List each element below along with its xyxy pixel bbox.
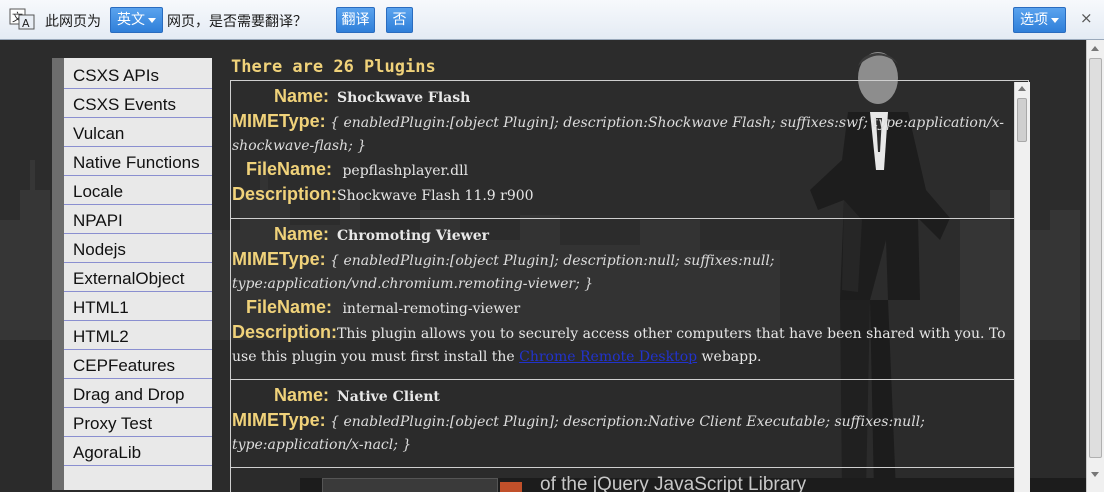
description-label: Description: bbox=[232, 322, 338, 342]
plugin-name: Shockwave Flash bbox=[337, 90, 471, 106]
plugin-list-scrollbar[interactable] bbox=[1014, 82, 1030, 492]
sidebar-item-html2[interactable]: HTML2 bbox=[64, 322, 212, 350]
mimetype-label: MIMEType: bbox=[232, 249, 326, 269]
scroll-up-icon[interactable] bbox=[1018, 86, 1026, 91]
sidebar-item-native-functions[interactable]: Native Functions bbox=[64, 148, 212, 176]
sidebar-item-externalobject[interactable]: ExternalObject bbox=[64, 264, 212, 292]
mimetype-label: MIMEType: bbox=[232, 111, 326, 131]
chrome-remote-desktop-link[interactable]: Chrome Remote Desktop bbox=[519, 349, 697, 365]
scroll-thumb[interactable] bbox=[1017, 98, 1027, 142]
scroll-up-icon[interactable] bbox=[1091, 46, 1099, 51]
plugin-entry: Name: Shockwave Flash MIMEType: { enabled… bbox=[231, 81, 1028, 219]
sidebar-item-vulcan[interactable]: Vulcan bbox=[64, 119, 212, 147]
translate-button[interactable]: 翻译 bbox=[336, 7, 375, 33]
sidebar-item-locale[interactable]: Locale bbox=[64, 177, 212, 205]
translate-prompt-prefix: 此网页为 bbox=[45, 14, 101, 30]
name-label: Name: bbox=[273, 86, 329, 106]
dropdown-caret-icon bbox=[1051, 17, 1059, 23]
options-button[interactable]: 选项 bbox=[1013, 7, 1066, 33]
svg-text:A: A bbox=[22, 17, 30, 30]
plugin-mimetype: { enabledPlugin:[object Plugin]; descrip… bbox=[232, 414, 925, 453]
plugin-mimetype: { enabledPlugin:[object Plugin]; descrip… bbox=[232, 115, 1004, 154]
sidebar-menu: CSXS APIs CSXS Events Vulcan Native Func… bbox=[64, 61, 212, 466]
sidebar-item-agoralib[interactable]: AgoraLib bbox=[64, 438, 212, 466]
mimetype-label: MIMEType: bbox=[232, 410, 326, 430]
sidebar-item-proxy-test[interactable]: Proxy Test bbox=[64, 409, 212, 437]
page-scrollbar[interactable] bbox=[1086, 40, 1104, 492]
sidebar-item-csxs-events[interactable]: CSXS Events bbox=[64, 90, 212, 118]
plugin-name: Chromoting Viewer bbox=[337, 228, 489, 244]
scroll-thumb[interactable] bbox=[1089, 58, 1102, 458]
plugin-name: Native Client bbox=[337, 389, 440, 405]
scroll-down-icon[interactable] bbox=[1091, 472, 1099, 477]
plugin-list: Name: Shockwave Flash MIMEType: { enabled… bbox=[230, 80, 1029, 492]
sidebar-item-cepfeatures[interactable]: CEPFeatures bbox=[64, 351, 212, 379]
no-button[interactable]: 否 bbox=[386, 7, 413, 33]
plugin-entry: Name: Chromoting Viewer MIMEType: { enabl… bbox=[231, 219, 1028, 380]
plugin-filename: pepflashplayer.dll bbox=[342, 163, 469, 179]
translate-prompt-suffix: 网页，是否需要翻译？ bbox=[167, 14, 307, 30]
description-label: Description: bbox=[232, 184, 338, 204]
plugin-description: Shockwave Flash 11.9 r900 bbox=[337, 188, 534, 204]
sidebar-item-drag-and-drop[interactable]: Drag and Drop bbox=[64, 380, 212, 408]
language-select-label: 英文 bbox=[117, 12, 145, 28]
sidebar: CSXS APIs CSXS Events Vulcan Native Func… bbox=[52, 58, 212, 490]
sidebar-item-npapi[interactable]: NPAPI bbox=[64, 206, 212, 234]
filename-label: FileName: bbox=[245, 297, 332, 317]
language-select[interactable]: 英文 bbox=[110, 7, 163, 33]
name-label: Name: bbox=[273, 224, 329, 244]
sidebar-item-html1[interactable]: HTML1 bbox=[64, 293, 212, 321]
plugin-description-end: webapp. bbox=[697, 349, 762, 365]
page-title: There are 26 Plugins bbox=[231, 57, 436, 77]
sidebar-item-nodejs[interactable]: Nodejs bbox=[64, 235, 212, 263]
translate-icon: 文 A bbox=[9, 8, 35, 30]
filename-label: FileName: bbox=[245, 159, 332, 179]
translate-bar: 文 A 此网页为 英文 网页，是否需要翻译？ 翻译 否 选项 × bbox=[0, 0, 1104, 40]
plugin-filename: internal-remoting-viewer bbox=[342, 301, 521, 317]
dropdown-caret-icon bbox=[148, 17, 156, 23]
close-icon[interactable]: × bbox=[1080, 9, 1093, 27]
plugin-entry: Name: Native Client MIMEType: { enabledPl… bbox=[231, 380, 1028, 468]
page-content: of the jQuery JavaScript Library CSXS AP… bbox=[0, 40, 1104, 492]
sidebar-item-csxs-apis[interactable]: CSXS APIs bbox=[64, 61, 212, 89]
options-button-label: 选项 bbox=[1020, 12, 1048, 28]
name-label: Name: bbox=[273, 385, 329, 405]
